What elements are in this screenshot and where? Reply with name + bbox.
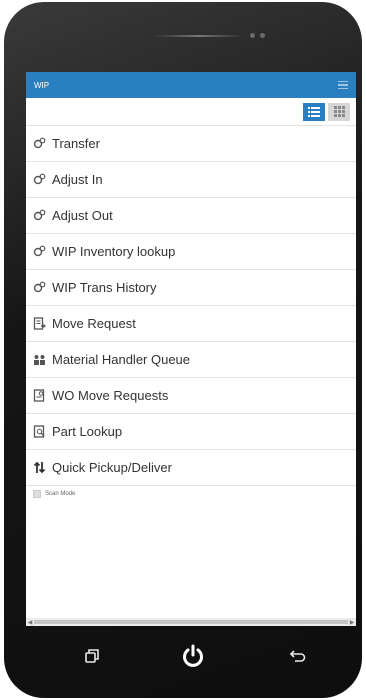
- menu-item-label: Move Request: [52, 316, 136, 331]
- list-view-button[interactable]: [303, 102, 325, 121]
- scan-mode-label: Scan Mode: [45, 491, 76, 497]
- menu-item-material-handler-queue[interactable]: Material Handler Queue: [26, 342, 356, 378]
- scan-mode-checkbox[interactable]: [33, 490, 41, 498]
- app-screen: WIP Transfer Adjust In Adjust Out WIP In…: [26, 72, 356, 626]
- phone-speaker: [154, 35, 244, 37]
- scan-mode-toggle[interactable]: Scan Mode: [26, 486, 356, 502]
- menu-item-label: Part Lookup: [52, 424, 123, 439]
- wo-move-icon: [33, 389, 46, 402]
- menu-item-part-lookup[interactable]: Part Lookup: [26, 414, 356, 450]
- menu-item-label: WO Move Requests: [52, 388, 169, 403]
- menu-item-adjust-in[interactable]: Adjust In: [26, 162, 356, 198]
- adjust-in-icon: [33, 173, 46, 186]
- scroll-left-arrow-icon[interactable]: ◀: [26, 618, 34, 626]
- history-icon: [33, 281, 46, 294]
- menu-list: Transfer Adjust In Adjust Out WIP Invent…: [26, 125, 356, 486]
- menu-item-label: WIP Trans History: [52, 280, 157, 295]
- menu-item-adjust-out[interactable]: Adjust Out: [26, 198, 356, 234]
- list-icon: [308, 106, 320, 117]
- scroll-right-arrow-icon[interactable]: ▶: [348, 618, 356, 626]
- menu-item-label: Adjust Out: [52, 208, 113, 223]
- scrollbar-thumb[interactable]: [34, 620, 348, 624]
- menu-item-quick-pickup-deliver[interactable]: Quick Pickup/Deliver: [26, 450, 356, 486]
- horizontal-scrollbar[interactable]: ◀ ▶: [26, 618, 356, 626]
- sensor-dot: [260, 33, 265, 38]
- app-title: WIP: [34, 80, 50, 90]
- back-icon[interactable]: [286, 644, 310, 668]
- phone-frame: WIP Transfer Adjust In Adjust Out WIP In…: [4, 2, 362, 698]
- menu-item-transfer[interactable]: Transfer: [26, 126, 356, 162]
- power-icon[interactable]: [178, 641, 208, 671]
- transfer-icon: [33, 137, 46, 150]
- menu-item-wip-inventory-lookup[interactable]: WIP Inventory lookup: [26, 234, 356, 270]
- pickup-deliver-icon: [33, 461, 46, 474]
- handler-queue-icon: [33, 353, 46, 366]
- menu-item-wo-move-requests[interactable]: WO Move Requests: [26, 378, 356, 414]
- hamburger-menu-icon[interactable]: [338, 80, 348, 90]
- menu-item-label: Adjust In: [52, 172, 103, 187]
- recent-apps-icon[interactable]: [80, 644, 104, 668]
- menu-item-label: Transfer: [52, 136, 100, 151]
- adjust-out-icon: [33, 209, 46, 222]
- grid-view-button[interactable]: [328, 102, 350, 121]
- camera-dot: [250, 33, 255, 38]
- view-toggle-bar: [26, 98, 356, 125]
- move-request-icon: [33, 317, 46, 330]
- menu-item-wip-trans-history[interactable]: WIP Trans History: [26, 270, 356, 306]
- inventory-lookup-icon: [33, 245, 46, 258]
- menu-item-label: Material Handler Queue: [52, 352, 191, 367]
- menu-item-label: Quick Pickup/Deliver: [52, 460, 172, 475]
- menu-item-label: WIP Inventory lookup: [52, 244, 176, 259]
- grid-icon: [333, 106, 345, 117]
- menu-item-move-request[interactable]: Move Request: [26, 306, 356, 342]
- part-lookup-icon: [33, 425, 46, 438]
- app-header: WIP: [26, 72, 356, 98]
